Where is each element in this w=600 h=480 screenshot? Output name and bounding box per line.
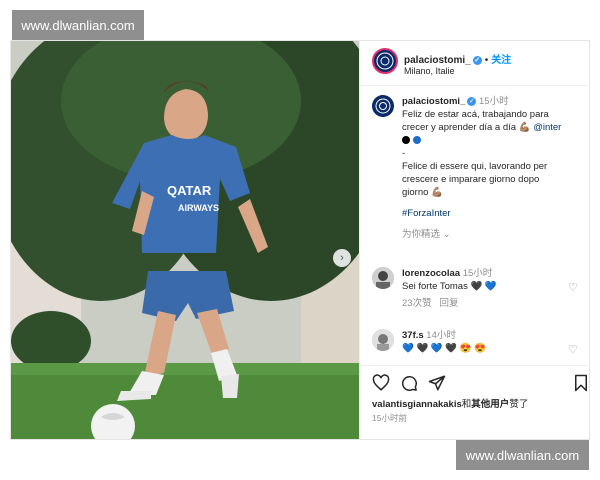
black-circle-icon (402, 136, 410, 145)
likes-suffix: 赞了 (509, 399, 529, 410)
caption-time: 15小时 (479, 96, 509, 107)
comment-text: 💙 🖤 💙 🖤 😍 😍 (402, 343, 487, 354)
comment-time: 15小时 (462, 268, 493, 279)
caption-it-line-3: giorno 💪🏽 (402, 187, 443, 198)
watermark-top: www.dlwanlian.com (12, 10, 144, 40)
likes-summary: valantisgiannakakis和其他用户赞了 (372, 398, 528, 411)
comment-bubble-icon[interactable] (400, 374, 418, 392)
caption-it-line-1: Felice di essere qui, lavorando per (402, 161, 548, 172)
bookmark-icon[interactable] (572, 374, 590, 392)
hashtag-link[interactable]: #ForzaInter (402, 207, 582, 220)
likes-others[interactable]: 其他用户 (471, 399, 509, 410)
comment-username[interactable]: lorenzocolaa (402, 268, 460, 279)
next-photo-icon[interactable]: › (333, 249, 351, 267)
caption-avatar[interactable] (372, 95, 394, 117)
caption-it-line-2: crescere e imparare giorno dopo (402, 174, 540, 185)
caption: palaciostomi_ ✓ 15小时 Feliz de estar acá, … (402, 95, 582, 241)
avatar[interactable] (372, 48, 398, 74)
verified-badge-icon: ✓ (472, 55, 482, 65)
caption-line-2: crecer y aprender día a día 💪🏽 (402, 122, 531, 133)
comment: 37f.s 14小时 💙 🖤 💙 🖤 😍 😍 (402, 329, 567, 355)
verified-badge-icon: ✓ (467, 96, 477, 106)
watermark-bottom-text: www.dlwanlian.com (465, 447, 580, 463)
separator-dot: • (484, 55, 489, 66)
watermark-bottom: www.dlwanlian.com (456, 440, 589, 470)
reply-button[interactable]: 回复 (440, 298, 459, 309)
like-heart-icon[interactable] (372, 374, 390, 392)
comment-avatar[interactable] (372, 267, 394, 289)
post-location[interactable]: Milano, Italie (404, 66, 455, 76)
comment-time: 14小时 (426, 330, 456, 341)
post-header: palaciostomi_ ✓ • 关注 Milano, Italie (360, 41, 590, 86)
photo-illustration: QATAR AIRWAYS (11, 41, 359, 439)
post-timestamp: 15小时前 (372, 413, 407, 423)
inter-logo-icon (375, 98, 391, 114)
comment-like-icon[interactable]: ♡ (568, 343, 580, 356)
inter-logo-icon (376, 52, 394, 70)
post-photo[interactable]: QATAR AIRWAYS › (11, 41, 359, 439)
caption-dash: - (402, 148, 406, 159)
likes-user[interactable]: valantisgiannakakis (372, 399, 462, 410)
comment-likes[interactable]: 23次赞 (402, 298, 432, 309)
watermark-top-text: www.dlwanlian.com (21, 17, 135, 33)
comment-avatar[interactable] (372, 329, 394, 351)
comment-text: Sei forte Tomas 🖤 💙 (402, 281, 497, 292)
follow-button[interactable]: 关注 (491, 55, 511, 66)
comment-username[interactable]: 37f.s (402, 330, 424, 341)
post-username-text[interactable]: palaciostomi_ (404, 55, 471, 66)
user-photo-icon (372, 267, 394, 289)
caption-line-1: Feliz de estar acá, trabajando para (402, 109, 549, 120)
jersey-sponsor-line1: QATAR (167, 183, 212, 198)
translation-label[interactable]: 为你精选 (402, 229, 440, 240)
caption-username[interactable]: palaciostomi_ (402, 96, 465, 107)
share-send-icon[interactable] (428, 374, 446, 392)
post-sidebar: palaciostomi_ ✓ • 关注 Milano, Italie palacio… (359, 41, 590, 440)
translation-link[interactable]: 为你精选 ⌄ (402, 228, 582, 241)
post-actions: valantisgiannakakis和其他用户赞了 15小时前 (360, 365, 590, 440)
jersey-sponsor-line2: AIRWAYS (178, 203, 219, 213)
mention-link[interactable]: @inter (533, 122, 561, 133)
post-username[interactable]: palaciostomi_ ✓ • 关注 (404, 51, 511, 66)
comment: lorenzocolaa 15小时 Sei forte Tomas 🖤 💙 23… (402, 267, 567, 310)
instagram-post: QATAR AIRWAYS › palaciostomi_ ✓ • 关注 Milano… (10, 40, 590, 440)
blue-circle-icon (413, 136, 421, 145)
comment-like-icon[interactable]: ♡ (568, 281, 580, 294)
chevron-down-icon: ⌄ (442, 229, 451, 240)
caption-flag-dots (402, 134, 582, 147)
user-photo-icon (372, 329, 394, 351)
likes-and: 和 (461, 399, 472, 410)
